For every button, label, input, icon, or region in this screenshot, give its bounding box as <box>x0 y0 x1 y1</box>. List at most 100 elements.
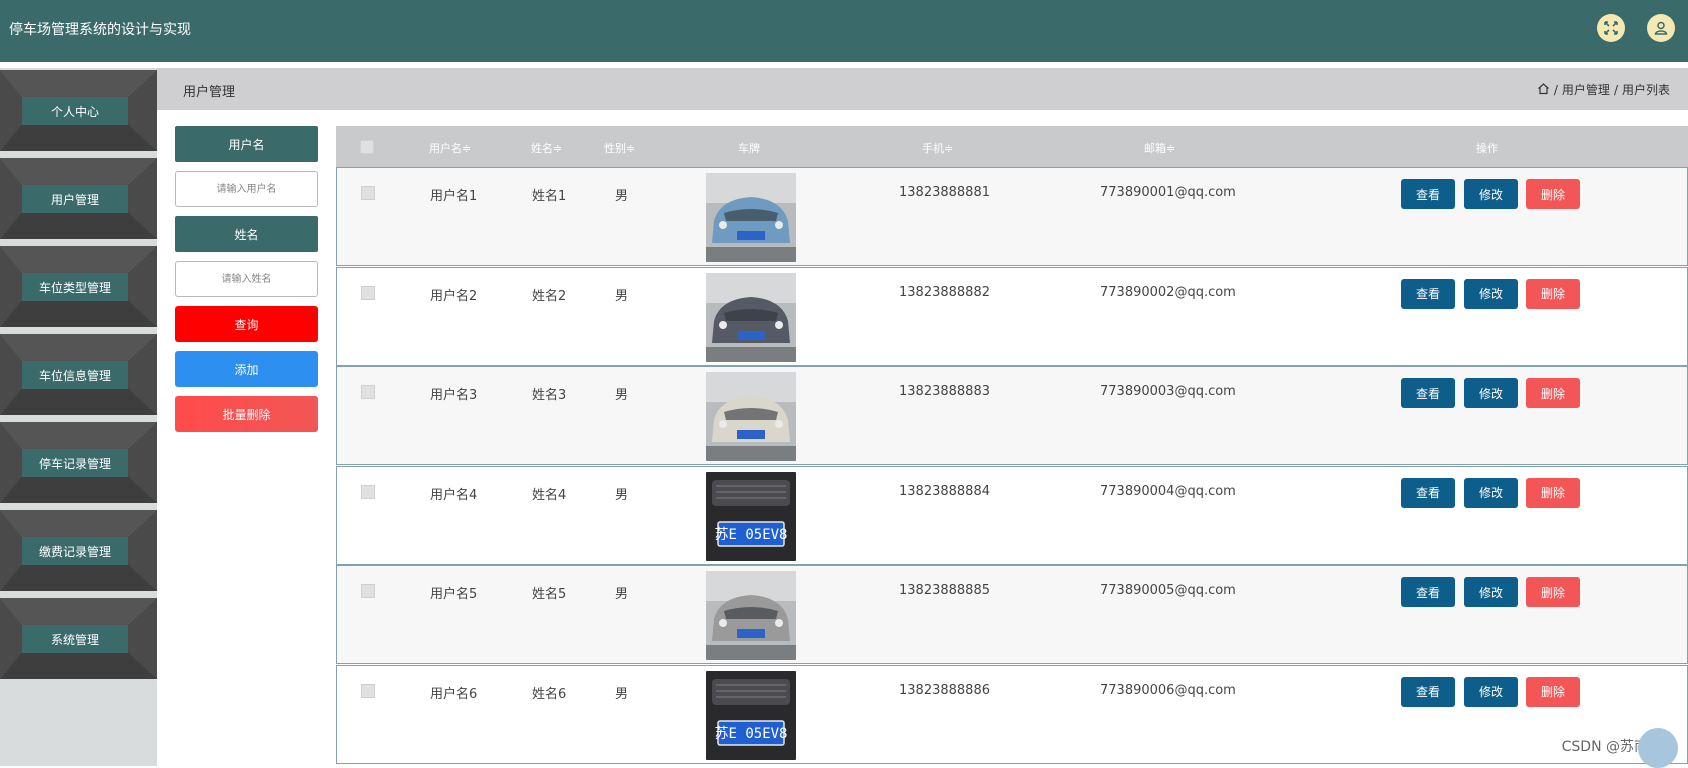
cell-name: 姓名5 <box>532 583 566 602</box>
cell-phone: 13823888885 <box>899 583 990 598</box>
name-label: 姓名 <box>175 216 318 252</box>
view-button[interactable]: 查看 <box>1401 378 1455 408</box>
edit-button[interactable]: 修改 <box>1464 179 1518 209</box>
breadcrumb-item[interactable]: 用户管理 <box>1562 81 1610 98</box>
car-photo <box>706 571 796 660</box>
cell-gender: 男 <box>615 683 628 702</box>
username-label: 用户名 <box>175 126 318 162</box>
select-all-checkbox[interactable] <box>360 140 374 154</box>
sidebar-item-label: 个人中心 <box>22 97 128 125</box>
sidebar-item-label: 车位类型管理 <box>22 273 128 301</box>
row-checkbox[interactable] <box>361 584 375 598</box>
edit-button[interactable]: 修改 <box>1464 478 1518 508</box>
edit-button[interactable]: 修改 <box>1464 577 1518 607</box>
cell-username: 用户名6 <box>430 683 477 702</box>
cell-email: 773890004@qq.com <box>1100 484 1236 499</box>
breadcrumb: / 用户管理 / 用户列表 <box>1537 81 1670 98</box>
view-button[interactable]: 查看 <box>1401 179 1455 209</box>
cell-phone: 13823888884 <box>899 484 990 499</box>
car-photo: 苏E 05EV8 <box>706 671 796 760</box>
row-checkbox[interactable] <box>361 485 375 499</box>
table-row: 用户名2 姓名2 男 13823888882 773890002@qq.com 查看修改删… <box>336 267 1688 366</box>
sidebar-item-label: 车位信息管理 <box>22 361 128 389</box>
fullscreen-icon[interactable] <box>1597 14 1625 42</box>
cell-name: 姓名6 <box>532 683 566 702</box>
car-photo <box>706 273 796 362</box>
view-button[interactable]: 查看 <box>1401 577 1455 607</box>
name-input[interactable] <box>175 261 318 297</box>
table-row: 用户名4姓名4男13823888884773890004@qq.com苏E 05… <box>336 466 1688 565</box>
cell-username: 用户名2 <box>430 285 477 304</box>
plate-text: 苏E 05EV8 <box>714 527 787 543</box>
cell-name: 姓名4 <box>532 484 566 503</box>
header-phone[interactable]: 手机≑ <box>922 140 953 156</box>
username-input[interactable] <box>175 171 318 207</box>
breadcrumb-bar: 用户管理 / 用户管理 / 用户列表 <box>157 68 1688 110</box>
sidebar-item-label: 停车记录管理 <box>22 449 128 477</box>
top-bar: 停车场管理系统的设计与实现 <box>0 0 1688 62</box>
home-icon[interactable] <box>1537 82 1550 98</box>
cell-email: 773890006@qq.com <box>1100 683 1236 698</box>
floating-button[interactable] <box>1638 728 1678 768</box>
sidebar-item-space-type-management[interactable]: 车位类型管理 <box>0 246 157 327</box>
sidebar-item-label: 用户管理 <box>22 185 128 213</box>
row-checkbox[interactable] <box>361 385 375 399</box>
car-photo <box>706 173 796 262</box>
row-checkbox[interactable] <box>361 286 375 300</box>
sidebar-item-user-management[interactable]: 用户管理 <box>0 158 157 239</box>
table-row: 用户名1姓名1男13823888881773890001@qq.com查看修改删… <box>336 167 1688 266</box>
header-actions: 操作 <box>1476 140 1498 156</box>
cell-gender: 男 <box>615 484 628 503</box>
app-title: 停车场管理系统的设计与实现 <box>9 19 191 39</box>
cell-username: 用户名5 <box>430 583 477 602</box>
query-button[interactable]: 查询 <box>175 306 318 342</box>
cell-gender: 男 <box>615 285 628 304</box>
page-title: 用户管理 <box>183 81 235 100</box>
breadcrumb-item: 用户列表 <box>1622 81 1670 98</box>
row-checkbox[interactable] <box>361 684 375 698</box>
batch-delete-button[interactable]: 批量删除 <box>175 396 318 432</box>
cell-name: 姓名2 <box>532 285 566 304</box>
sidebar-item-system-management[interactable]: 系统管理 <box>0 598 157 679</box>
edit-button[interactable]: 修改 <box>1464 378 1518 408</box>
sidebar-item-label: 系统管理 <box>22 625 128 653</box>
delete-button[interactable]: 删除 <box>1526 577 1580 607</box>
table-row: 用户名3姓名3男13823888883773890003@qq.com查看修改删… <box>336 366 1688 465</box>
cell-email: 773890002@qq.com <box>1100 285 1236 300</box>
row-checkbox[interactable] <box>361 186 375 200</box>
cell-phone: 13823888882 <box>899 285 990 300</box>
cell-username: 用户名3 <box>430 384 477 403</box>
table-row: 用户名6姓名6男13823888886773890006@qq.com苏E 05… <box>336 665 1688 764</box>
header-name[interactable]: 姓名≑ <box>531 140 562 156</box>
user-icon[interactable] <box>1647 14 1675 42</box>
cell-email: 773890001@qq.com <box>1100 185 1236 200</box>
delete-button[interactable]: 删除 <box>1526 279 1580 309</box>
view-button[interactable]: 查看 <box>1401 279 1455 309</box>
view-button[interactable]: 查看 <box>1401 478 1455 508</box>
delete-button[interactable]: 删除 <box>1526 478 1580 508</box>
cell-phone: 13823888881 <box>899 185 990 200</box>
sidebar-item-space-info-management[interactable]: 车位信息管理 <box>0 334 157 415</box>
sidebar-item-parking-records[interactable]: 停车记录管理 <box>0 422 157 503</box>
delete-button[interactable]: 删除 <box>1526 378 1580 408</box>
car-photo <box>706 372 796 461</box>
header-username[interactable]: 用户名≑ <box>429 140 471 156</box>
cell-name: 姓名1 <box>532 185 566 204</box>
edit-button[interactable]: 修改 <box>1464 279 1518 309</box>
delete-button[interactable]: 删除 <box>1526 677 1580 707</box>
sidebar-item-payment-records[interactable]: 缴费记录管理 <box>0 510 157 591</box>
delete-button[interactable]: 删除 <box>1526 179 1580 209</box>
plate-text: 苏E 05EV8 <box>714 726 787 742</box>
car-photo: 苏E 05EV8 <box>706 472 796 561</box>
sidebar-item-personal-center[interactable]: 个人中心 <box>0 70 157 151</box>
header-email[interactable]: 邮箱≑ <box>1144 140 1175 156</box>
cell-email: 773890005@qq.com <box>1100 583 1236 598</box>
cell-phone: 13823888883 <box>899 384 990 399</box>
header-gender[interactable]: 性别≑ <box>604 140 635 156</box>
cell-email: 773890003@qq.com <box>1100 384 1236 399</box>
view-button[interactable]: 查看 <box>1401 677 1455 707</box>
table-row: 用户名5姓名5男13823888885773890005@qq.com查看修改删… <box>336 565 1688 664</box>
sidebar: 个人中心 用户管理 车位类型管理 车位信息管理 停车记录管理 缴费记录管理 系统… <box>0 68 157 766</box>
add-button[interactable]: 添加 <box>175 351 318 387</box>
edit-button[interactable]: 修改 <box>1464 677 1518 707</box>
